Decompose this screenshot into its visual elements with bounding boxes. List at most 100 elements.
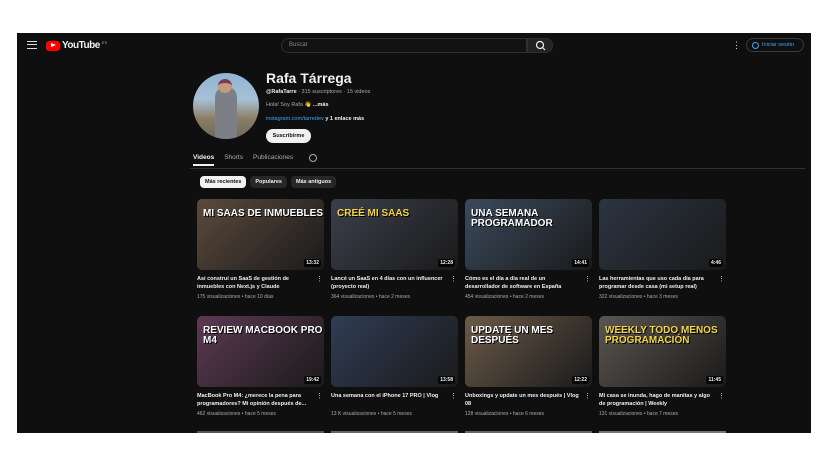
video-title[interactable]: Una semana con el iPhone 17 PRO | Vlog [331, 392, 458, 408]
thumbnail-text: REVIEW MACBOOK PRO M4 [203, 325, 323, 346]
thumbnail-text: UNA SEMANA PROGRAMADOR [471, 208, 553, 229]
more-options-icon[interactable]: ⋮ [732, 40, 741, 51]
video-views: 128 visualizaciones [465, 411, 509, 417]
next-row-thumbnails[interactable] [197, 431, 767, 433]
video-menu-icon[interactable]: ⋮ [316, 392, 323, 400]
video-age: hace 10 días [244, 294, 274, 300]
video-duration: 12:28 [438, 259, 455, 267]
video-age: hace 3 meses [646, 294, 679, 300]
sort-chips: Más recientes Populares Más antiguos [200, 176, 337, 188]
video-card[interactable]: CREÉ MI SAAS 12:28 Lancé un SaaS en 4 dí… [331, 199, 458, 300]
video-views: 462 visualizaciones [197, 411, 241, 417]
video-views: 454 visualizaciones [465, 294, 509, 300]
video-thumbnail[interactable]: UNA SEMANA PROGRAMADOR 14:41 [465, 199, 592, 270]
tab-publicaciones[interactable]: Publicaciones [253, 154, 293, 166]
video-age: hace 7 meses [646, 411, 679, 417]
more-link[interactable]: ...más [313, 102, 329, 108]
video-views: 364 visualizaciones [331, 294, 375, 300]
video-card[interactable]: UNA SEMANA PROGRAMADOR 14:41 Cómo es el … [465, 199, 592, 300]
video-duration: 13:58 [438, 376, 455, 384]
signin-label: Iniciar sesión [762, 42, 795, 48]
thumbnail-text: CREÉ MI SAAS [337, 208, 410, 219]
youtube-logo[interactable]: YouTube ES [46, 40, 107, 51]
video-age: hace 5 meses [380, 411, 412, 417]
video-thumbnail[interactable]: UPDATE UN MES DESPUÉS 12:22 [465, 316, 592, 387]
channel-name: Rafa Tárrega [266, 70, 352, 86]
video-menu-icon[interactable]: ⋮ [316, 275, 323, 283]
video-views: 13 K visualizaciones [331, 411, 377, 417]
video-menu-icon[interactable]: ⋮ [450, 392, 457, 400]
channel-handle: @RafaTarre [266, 89, 297, 95]
subscribe-button[interactable]: Suscribirme [266, 129, 311, 143]
search-button[interactable] [527, 38, 553, 53]
youtube-window: YouTube ES Buscar ⋮ Iniciar sesión Rafa … [17, 33, 811, 433]
video-card[interactable]: WEEKLY TODO MENOS PROGRAMACIÓN 11:45 Mi … [599, 316, 726, 417]
video-stats: 364 visualizaciones • hace 2 meses [331, 294, 411, 300]
video-menu-icon[interactable]: ⋮ [450, 275, 457, 283]
search-input[interactable]: Buscar [281, 38, 527, 53]
video-duration: 4:46 [708, 259, 723, 267]
video-stats: 175 visualizaciones • hace 10 días [197, 294, 274, 300]
tab-videos[interactable]: Videos [193, 154, 215, 166]
thumbnail-text: UPDATE UN MES DESPUÉS [471, 325, 554, 346]
video-thumbnail[interactable]: WEEKLY TODO MENOS PROGRAMACIÓN 11:45 [599, 316, 726, 387]
more-links[interactable]: y 1 enlace más [325, 116, 364, 122]
chip-mas-recientes[interactable]: Más recientes [200, 176, 247, 188]
video-title[interactable]: Cómo es el día a día real de un desarrol… [465, 275, 592, 291]
video-title[interactable]: MacBook Pro M4: ¿merece la pena para pro… [197, 392, 324, 408]
video-thumbnail[interactable]: REVIEW MACBOOK PRO M4 19:42 [197, 316, 324, 387]
video-thumbnail[interactable]: 13:58 [331, 316, 458, 387]
video-card[interactable]: REVIEW MACBOOK PRO M4 19:42 MacBook Pro … [197, 316, 324, 417]
video-card[interactable]: UPDATE UN MES DESPUÉS 12:22 Unboxings y … [465, 316, 592, 417]
video-views: 175 visualizaciones [197, 294, 241, 300]
video-title[interactable]: Lancé un SaaS en 4 días con un influence… [331, 275, 458, 291]
signin-button[interactable]: Iniciar sesión [746, 38, 804, 52]
video-stats: 128 visualizaciones • hace 6 meses [465, 411, 545, 417]
video-age: hace 5 meses [244, 411, 277, 417]
video-title[interactable]: Unboxings y update un mes después | Vlog… [465, 392, 592, 408]
chip-mas-antiguos[interactable]: Más antiguos [290, 176, 337, 188]
video-grid: MI SAAS DE INMUEBLES 13:32 Así construí … [197, 199, 726, 417]
video-thumbnail[interactable]: CREÉ MI SAAS 12:28 [331, 199, 458, 270]
video-stats: 13 K visualizaciones • hace 5 meses [331, 411, 412, 417]
video-menu-icon[interactable]: ⋮ [718, 275, 725, 283]
subscriber-count: 315 suscriptores [301, 89, 342, 95]
video-stats: 322 visualizaciones • hace 3 meses [599, 294, 679, 300]
menu-icon[interactable] [27, 41, 37, 49]
thumbnail-text: MI SAAS DE INMUEBLES [203, 208, 324, 219]
tab-shorts[interactable]: Shorts [224, 154, 243, 166]
video-duration: 13:32 [304, 259, 321, 267]
video-thumbnail[interactable]: MI SAAS DE INMUEBLES 13:32 [197, 199, 324, 270]
video-stats: 131 visualizaciones • hace 7 meses [599, 411, 679, 417]
video-duration: 11:45 [706, 376, 723, 384]
channel-avatar [193, 73, 259, 139]
video-duration: 14:41 [572, 259, 589, 267]
search-icon [535, 40, 546, 51]
user-icon [752, 41, 759, 49]
video-stats: 462 visualizaciones • hace 5 meses [197, 411, 277, 417]
video-age: hace 2 meses [512, 294, 545, 300]
description-text: Hola! Soy Rafa 👋 [266, 102, 312, 108]
video-card[interactable]: 13:58 Una semana con el iPhone 17 PRO | … [331, 316, 458, 417]
channel-description[interactable]: Hola! Soy Rafa 👋 ...más [266, 102, 329, 108]
thumbnail-text: WEEKLY TODO MENOS PROGRAMACIÓN [605, 325, 718, 346]
logo-region: ES [101, 40, 108, 45]
video-menu-icon[interactable]: ⋮ [584, 392, 591, 400]
video-stats: 454 visualizaciones • hace 2 meses [465, 294, 545, 300]
youtube-play-icon [46, 40, 60, 51]
video-card[interactable]: 4:46 Las herramientas que uso cada día p… [599, 199, 726, 300]
video-card[interactable]: MI SAAS DE INMUEBLES 13:32 Así construí … [197, 199, 324, 300]
video-title[interactable]: Mi casa se inunda, hago de manitas y alg… [599, 392, 726, 408]
video-title[interactable]: Las herramientas que uso cada día para p… [599, 275, 726, 291]
video-menu-icon[interactable]: ⋮ [584, 275, 591, 283]
instagram-link[interactable]: instagram.com/tarredev [266, 116, 324, 122]
chip-populares[interactable]: Populares [250, 176, 287, 188]
channel-links: instagram.com/tarredev y 1 enlace más [266, 116, 364, 122]
logo-text: YouTube [62, 40, 100, 51]
channel-tabs: Videos Shorts Publicaciones [193, 154, 318, 166]
video-title[interactable]: Así construí un SaaS de gestión de inmue… [197, 275, 324, 291]
video-menu-icon[interactable]: ⋮ [718, 392, 725, 400]
channel-search-icon[interactable] [309, 154, 318, 162]
video-thumbnail[interactable]: 4:46 [599, 199, 726, 270]
video-duration: 12:22 [572, 376, 589, 384]
